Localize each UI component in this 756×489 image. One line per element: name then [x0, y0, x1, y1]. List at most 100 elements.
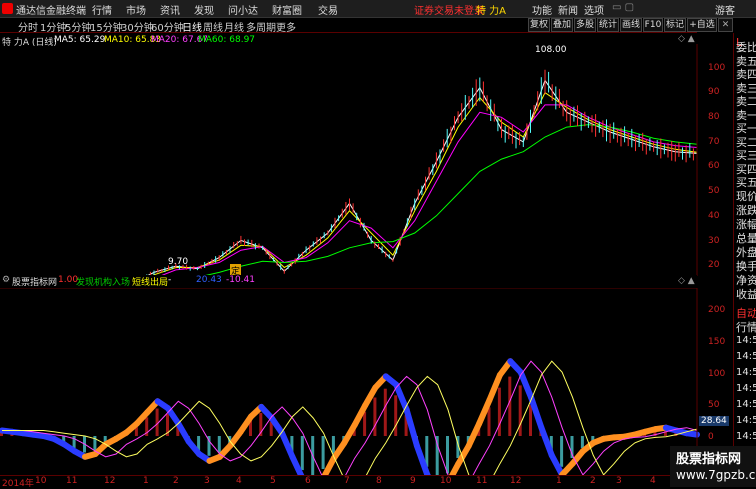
multi-stock-button[interactable]: 多股 — [574, 18, 596, 32]
quote-side-panel: L 委比 卖五 卖四 卖三 卖二 卖一 买一 买二 买三 买四 买五 现价 涨跌… — [733, 33, 756, 487]
oscillator-segment — [531, 397, 541, 428]
period-15min[interactable]: 15分钟 — [90, 19, 123, 34]
overlay-button[interactable]: 叠加 — [551, 18, 573, 32]
indicator-window-icon[interactable]: ◇ ▲ — [678, 276, 695, 286]
x-tick-label: 11 — [66, 476, 77, 486]
indicator-bar — [394, 395, 397, 436]
low-price-label: 9.70 — [168, 257, 188, 267]
indicator-bar — [446, 436, 449, 473]
oscillator-segment — [687, 433, 697, 434]
x-tick-label: 1 — [556, 476, 562, 486]
x-tick-label: 3 — [204, 476, 210, 486]
indicator-bar — [363, 412, 366, 436]
login-status[interactable]: 证券交易未登录 — [414, 2, 484, 17]
menu-item-discover[interactable]: 发现 — [194, 2, 214, 17]
indicator-bar — [373, 398, 376, 437]
x-tick-label: 2014年 — [2, 476, 34, 489]
period-monthly[interactable]: 月线 — [224, 19, 244, 34]
y-tick-label: 100 — [708, 63, 725, 73]
menu-item-wealth[interactable]: 财富圈 — [272, 2, 302, 17]
close-icon[interactable]: ✕ — [718, 18, 733, 32]
period-weekly[interactable]: 周线 — [203, 19, 223, 34]
x-tick-label: 12 — [510, 476, 521, 486]
indicator-bar — [488, 407, 491, 436]
add-favorite-button[interactable]: +自选 — [687, 18, 717, 32]
indicator-name[interactable]: 股票指标网 — [12, 275, 57, 288]
current-value-tag: 28.64 — [699, 416, 729, 426]
menu-item-news[interactable]: 资讯 — [160, 2, 180, 17]
y-tick-label: 70 — [708, 137, 719, 147]
indicator-bar — [519, 385, 522, 436]
indicator-bar — [498, 388, 501, 436]
indicator-bar — [581, 436, 584, 448]
indicator-bar — [332, 436, 335, 454]
draw-line-button[interactable]: 画线 — [620, 18, 642, 32]
indicator-bar — [218, 436, 221, 453]
period-daily[interactable]: 日线 — [182, 19, 202, 34]
ind-y-tick-label: 200 — [708, 305, 725, 315]
statistics-button[interactable]: 统计 — [597, 18, 619, 32]
y-tick-label: 90 — [708, 87, 719, 97]
x-tick-label: 12 — [104, 476, 115, 486]
ma-line-ma5 — [2, 80, 697, 276]
period-5min[interactable]: 5分钟 — [65, 19, 91, 34]
ma-line-ma10 — [2, 93, 697, 276]
ind-y-tick-label: 150 — [708, 337, 725, 347]
x-tick-label: 7 — [344, 476, 350, 486]
x-tick-label: 11 — [476, 476, 487, 486]
x-tick-label: 4 — [650, 476, 656, 486]
menu-item-trade[interactable]: 交易 — [318, 2, 338, 17]
window-controls-icon[interactable]: ▭ ▢ — [612, 2, 634, 13]
period-1min[interactable]: 1分钟 — [40, 19, 66, 34]
ind-y-tick-label: 100 — [708, 369, 725, 379]
period-60min[interactable]: 60分钟 — [151, 19, 184, 34]
x-tick-label: 1 — [143, 476, 149, 486]
oscillator-segment — [407, 410, 417, 446]
y-tick-label: 50 — [708, 186, 719, 196]
app-logo-icon — [2, 3, 13, 14]
period-timeshare[interactable]: 分时 — [18, 19, 38, 34]
y-tick-label: 80 — [708, 112, 719, 122]
indicator-chart — [0, 288, 733, 475]
stock-title: 特 力A — [476, 2, 506, 17]
indicator-header: ⚙ 股票指标网 1.00 发现机构入场 短线出局 - 20.43 -10.41 — [0, 275, 697, 287]
x-tick-label: 2 — [590, 476, 596, 486]
menu-item-guest[interactable]: 游客 — [715, 2, 735, 17]
indicator-bar — [301, 436, 304, 470]
ind-y-tick-label: 50 — [708, 400, 719, 410]
indicator-exit-label: 短线出局 — [132, 275, 168, 288]
site-watermark: 股票指标网 www.7gpzb.com — [670, 446, 756, 487]
period-more[interactable]: 更多 — [276, 19, 296, 34]
menu-item-wenxiaoda[interactable]: 问小达 — [228, 2, 258, 17]
y-tick-label: 40 — [708, 211, 719, 221]
x-tick-label: 6 — [305, 476, 311, 486]
period-30min[interactable]: 30分钟 — [121, 19, 154, 34]
y-tick-label: 20 — [708, 260, 719, 270]
indicator-val-c: -10.41 — [226, 275, 255, 285]
indicator-bar — [529, 405, 532, 436]
oscillator-segment — [521, 372, 531, 397]
y-tick-label: 30 — [708, 236, 719, 246]
f10-button[interactable]: F10 — [643, 18, 663, 32]
oscillator-segment — [178, 424, 188, 442]
high-price-label: 108.00 — [535, 45, 567, 55]
x-tick-label: 5 — [270, 476, 276, 486]
indicator-signal: 发现机构入场 — [76, 275, 130, 288]
menu-bar: 通达信金融终端 行情 市场 资讯 发现 问小达 财富圈 交易 证券交易未登录 特… — [0, 0, 756, 18]
indicator-bar — [508, 377, 511, 436]
watermark-url: www.7gpzb.com — [676, 468, 756, 482]
indicator-settings-icon[interactable]: ⚙ — [2, 275, 10, 285]
menu-item-function[interactable]: 功能 — [532, 2, 552, 17]
y-tick-label: 60 — [708, 161, 719, 171]
x-tick-label: 8 — [376, 476, 382, 486]
menu-item-market[interactable]: 市场 — [126, 2, 146, 17]
menu-item-news-right[interactable]: 新闻 — [558, 2, 578, 17]
indicator-bar — [560, 436, 563, 467]
mark-button[interactable]: 标记 — [664, 18, 686, 32]
period-multi[interactable]: 多周期 — [246, 19, 276, 34]
adjust-button[interactable]: 复权 — [528, 18, 550, 32]
menu-item-options[interactable]: 选项 — [584, 2, 604, 17]
settings-icon[interactable]: ◇ ▲ — [678, 34, 695, 44]
menu-item-quotes[interactable]: 行情 — [92, 2, 112, 17]
x-tick-label: 2 — [173, 476, 179, 486]
